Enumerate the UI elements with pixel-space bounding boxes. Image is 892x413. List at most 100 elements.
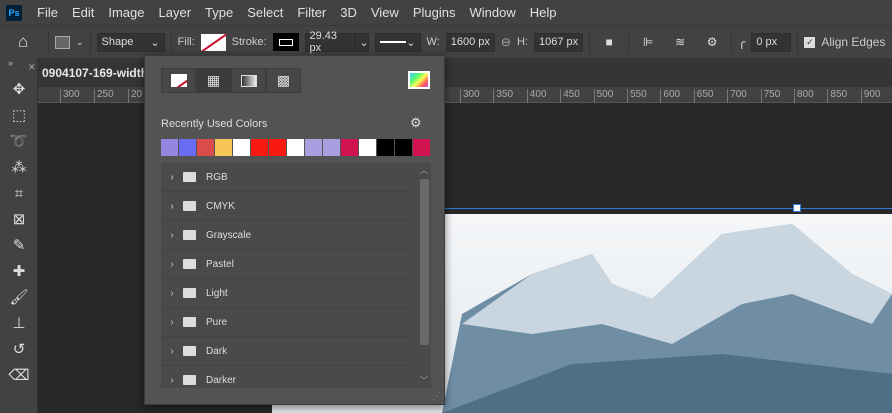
gear-icon[interactable]: ⚙ — [699, 35, 725, 49]
folder-icon — [183, 259, 196, 269]
frame-tool-icon[interactable]: ⊠ — [0, 206, 38, 232]
lasso-tool-icon[interactable]: ➰ — [0, 128, 38, 154]
stroke-swatch[interactable] — [272, 33, 299, 51]
chevron-right-icon[interactable]: › — [161, 346, 183, 357]
path-operations-icon[interactable]: ■ — [596, 35, 622, 49]
scrollbar-thumb[interactable] — [420, 179, 429, 345]
stroke-type-dropdown[interactable]: ⌄ — [374, 32, 421, 52]
chevron-right-icon[interactable]: › — [161, 259, 183, 270]
history-brush-icon[interactable]: ↺ — [0, 336, 38, 362]
eraser-icon[interactable]: ⌫ — [0, 362, 38, 388]
swatch-group-cmyk[interactable]: › CMYK — [161, 192, 414, 221]
color-swatch[interactable] — [161, 139, 178, 156]
home-icon[interactable]: ⌂ — [18, 32, 42, 52]
ruler-tick-label: 650 — [693, 89, 713, 103]
menu-image[interactable]: Image — [101, 5, 151, 20]
swatch-group-light[interactable]: › Light — [161, 279, 414, 308]
crop-tool-icon[interactable]: ⌗ — [0, 180, 38, 206]
width-label: W: — [426, 36, 440, 48]
healing-brush-icon[interactable]: ✚ — [0, 258, 38, 284]
menu-filter[interactable]: Filter — [290, 5, 333, 20]
document-tab[interactable]: 0904107-169-width — [42, 66, 148, 80]
ruler-tick-label: 750 — [760, 89, 780, 103]
swatch-group-grayscale[interactable]: › Grayscale — [161, 221, 414, 250]
path-alignment-icon[interactable]: ⊫ — [635, 35, 661, 49]
folder-icon — [183, 172, 196, 182]
swatch-group-darker[interactable]: › Darker — [161, 366, 414, 388]
stroke-width-input[interactable]: 29.43 px — [304, 30, 355, 54]
swatch-group-pastel[interactable]: › Pastel — [161, 250, 414, 279]
path-arrangement-icon[interactable]: ≋ — [667, 35, 693, 49]
scroll-down-icon[interactable]: ﹀ — [420, 375, 428, 386]
menu-help[interactable]: Help — [523, 5, 564, 20]
menu-view[interactable]: View — [364, 5, 406, 20]
pattern-button[interactable]: ▩ — [266, 68, 301, 93]
mode-select[interactable]: Shape ⌄ — [96, 32, 165, 52]
transform-handle[interactable] — [793, 204, 801, 212]
swatch-group-label: Dark — [206, 345, 228, 357]
pattern-icon: ▩ — [276, 72, 291, 88]
swatch-group-label: Pastel — [206, 258, 234, 270]
options-bar: ⌂ ⌄ Shape ⌄ Fill: Stroke: 29.43 px ⌄ ⌄ W:… — [0, 25, 892, 58]
color-swatch[interactable] — [233, 139, 250, 156]
color-swatch[interactable] — [251, 139, 268, 156]
color-swatch[interactable] — [359, 139, 376, 156]
marquee-tool-icon[interactable]: ⬚ — [0, 102, 38, 128]
swatch-group-dark[interactable]: › Dark — [161, 337, 414, 366]
brush-tool-icon[interactable]: 🖌 — [0, 284, 38, 310]
no-color-button[interactable] — [161, 68, 196, 93]
stroke-width-dropdown[interactable]: ⌄ — [354, 32, 369, 52]
ruler-tick-label: 300 — [460, 89, 480, 103]
clone-stamp-icon[interactable]: ⊥ — [0, 310, 38, 336]
height-input[interactable]: 1067 px — [533, 32, 584, 52]
chevron-right-icon[interactable]: › — [161, 172, 183, 183]
fill-label: Fill: — [177, 36, 195, 48]
menu-file[interactable]: File — [30, 5, 65, 20]
swatch-groups-list: › RGB › CMYK › Grayscale › Pastel › Light › Pure › Da… — [161, 163, 431, 388]
color-swatch[interactable] — [215, 139, 232, 156]
swatch-group-rgb[interactable]: › RGB — [161, 163, 414, 192]
chevron-right-icon[interactable]: › — [161, 317, 183, 328]
shape-tool-preset[interactable]: ⌄ — [55, 35, 84, 49]
menu-type[interactable]: Type — [198, 5, 240, 20]
gradient-button[interactable] — [231, 68, 266, 93]
menu-layer[interactable]: Layer — [152, 5, 199, 20]
chevron-right-icon[interactable]: › — [161, 230, 183, 241]
corner-radius-input[interactable]: 0 px — [751, 32, 792, 52]
color-swatch[interactable] — [269, 139, 286, 156]
menu-3d[interactable]: 3D — [333, 5, 364, 20]
color-swatch[interactable] — [395, 139, 412, 156]
eyedropper-icon[interactable]: ✎ — [0, 232, 38, 258]
menu-window[interactable]: Window — [462, 5, 522, 20]
color-swatch[interactable] — [287, 139, 304, 156]
chevron-right-icon[interactable]: › — [161, 288, 183, 299]
color-swatch[interactable] — [341, 139, 358, 156]
resize-grip-icon[interactable]: ⋰ — [432, 391, 441, 402]
menu-edit[interactable]: Edit — [65, 5, 101, 20]
ruler-tick-label: 700 — [727, 89, 747, 103]
color-swatch[interactable] — [323, 139, 340, 156]
color-picker-button[interactable] — [408, 71, 430, 89]
color-swatch[interactable] — [197, 139, 214, 156]
color-swatch[interactable] — [179, 139, 196, 156]
fill-swatch[interactable] — [200, 33, 226, 51]
height-label: H: — [516, 36, 528, 48]
ruler-tick-label: 500 — [593, 89, 613, 103]
close-panel-icon[interactable]: ✕ — [28, 62, 36, 73]
align-edges-checkbox[interactable]: ✓ — [804, 36, 816, 48]
chevron-right-icon[interactable]: › — [161, 375, 183, 386]
scroll-up-icon[interactable]: ︿ — [420, 165, 428, 176]
color-swatch[interactable] — [377, 139, 394, 156]
width-input[interactable]: 1600 px — [445, 32, 495, 52]
move-tool-icon[interactable]: ✥ — [0, 76, 38, 102]
swatches-settings-icon[interactable]: ⚙ — [410, 115, 422, 131]
menu-plugins[interactable]: Plugins — [406, 5, 463, 20]
menu-select[interactable]: Select — [240, 5, 290, 20]
color-swatch[interactable] — [305, 139, 322, 156]
link-icon[interactable]: ⊖ — [501, 35, 511, 49]
magic-wand-icon[interactable]: ⁂ — [0, 154, 38, 180]
swatch-group-pure[interactable]: › Pure — [161, 308, 414, 337]
chevron-right-icon[interactable]: › — [161, 201, 183, 212]
color-swatch[interactable] — [413, 139, 430, 156]
solid-color-button[interactable]: ▦ — [196, 68, 231, 93]
